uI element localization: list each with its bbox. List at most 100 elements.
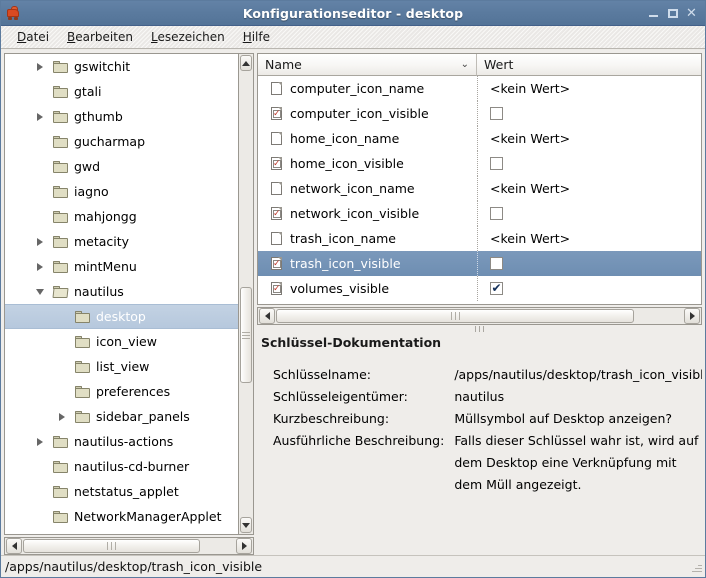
tree-item-networkmanagerapplet[interactable]: NetworkManagerApplet bbox=[5, 504, 238, 529]
documentation-field-label: Schlüsselname: bbox=[273, 367, 371, 382]
tree-item-label: netstatus_applet bbox=[74, 483, 179, 499]
table-row[interactable]: computer_icon_name <kein Wert> bbox=[258, 76, 701, 101]
application-window: Konfigurationseditor - desktop ✕ Datei B… bbox=[0, 0, 706, 578]
tree-horizontal-scrollbar[interactable] bbox=[4, 537, 254, 555]
table-row[interactable]: home_icon_name <kein Wert> bbox=[258, 126, 701, 151]
table-row[interactable]: ✓ network_icon_visible bbox=[258, 201, 701, 226]
tree-item-label: NetworkManagerApplet bbox=[74, 508, 222, 524]
expander-closed-icon[interactable] bbox=[33, 435, 47, 449]
expander-closed-icon[interactable] bbox=[33, 60, 47, 74]
maximize-button[interactable] bbox=[664, 6, 681, 21]
tree-item-nautilus[interactable]: nautilus bbox=[5, 279, 238, 304]
checkbox-unchecked[interactable] bbox=[490, 257, 503, 270]
table-row[interactable]: ✓ home_icon_visible bbox=[258, 151, 701, 176]
cell-key-value bbox=[477, 151, 701, 176]
expander-closed-icon[interactable] bbox=[33, 260, 47, 274]
folder-icon bbox=[75, 310, 91, 324]
folder-icon bbox=[53, 460, 69, 474]
tree-vertical-scrollbar[interactable] bbox=[238, 53, 254, 535]
folder-icon bbox=[53, 160, 69, 174]
tree-item-iagno[interactable]: iagno bbox=[5, 179, 238, 204]
checkbox-unchecked[interactable] bbox=[490, 207, 503, 220]
key-value-label: <kein Wert> bbox=[490, 131, 571, 146]
tree-item-gswitchit[interactable]: gswitchit bbox=[5, 54, 238, 79]
status-bar: /apps/nautilus/desktop/trash_icon_visibl… bbox=[1, 555, 705, 577]
tree-item-notification-d[interactable]: notification-d bbox=[5, 529, 238, 536]
expander-empty bbox=[33, 85, 47, 99]
tree-item-nautilus-actions[interactable]: nautilus-actions bbox=[5, 429, 238, 454]
list-column-headers: Name ⌄ Wert bbox=[258, 54, 701, 76]
cell-key-value bbox=[477, 201, 701, 226]
list-scroll-right-button[interactable] bbox=[684, 308, 700, 324]
menu-lesezeichen[interactable]: Lesezeichen bbox=[142, 28, 234, 46]
folder-icon bbox=[53, 435, 69, 449]
right-pane: Name ⌄ Wert computer_icon_name <kein Wert… bbox=[254, 53, 702, 555]
tree-vscroll-track[interactable] bbox=[239, 72, 253, 516]
tree-item-gtali[interactable]: gtali bbox=[5, 79, 238, 104]
pane-splitter-handle[interactable] bbox=[257, 325, 702, 333]
tree-hscroll-thumb[interactable] bbox=[23, 539, 200, 553]
cell-key-name: ✓ computer_icon_visible bbox=[258, 106, 477, 121]
scroll-right-button[interactable] bbox=[236, 538, 252, 554]
tree-item-list-view[interactable]: list_view bbox=[5, 354, 238, 379]
tree-item-sidebar-panels[interactable]: sidebar_panels bbox=[5, 404, 238, 429]
tree-item-mintmenu[interactable]: mintMenu bbox=[5, 254, 238, 279]
list-hscroll-track[interactable] bbox=[276, 308, 683, 324]
table-row[interactable]: trash_icon_name <kein Wert> bbox=[258, 226, 701, 251]
expander-empty bbox=[55, 385, 69, 399]
documentation-pane: Schlüssel-Dokumentation Schlüsselname: Sc… bbox=[257, 333, 702, 555]
tree-item-label: desktop bbox=[96, 308, 146, 324]
title-bar: Konfigurationseditor - desktop ✕ bbox=[1, 1, 705, 26]
expander-closed-icon[interactable] bbox=[33, 235, 47, 249]
tree-item-gthumb[interactable]: gthumb bbox=[5, 104, 238, 129]
table-row[interactable]: network_icon_name <kein Wert> bbox=[258, 176, 701, 201]
menu-bearbeiten[interactable]: Bearbeiten bbox=[58, 28, 142, 46]
tree-item-metacity[interactable]: metacity bbox=[5, 229, 238, 254]
checkbox-unchecked[interactable] bbox=[490, 157, 503, 170]
key-list[interactable]: computer_icon_name <kein Wert> ✓ computer_i… bbox=[258, 76, 701, 304]
settings-tree[interactable]: gswitchit gtali gthumb gucharmap gwd iagno mah… bbox=[4, 53, 238, 535]
tree-vscroll-thumb[interactable] bbox=[240, 287, 252, 383]
resize-grip-icon[interactable] bbox=[690, 561, 702, 573]
tree-item-gucharmap[interactable]: gucharmap bbox=[5, 129, 238, 154]
tree-item-desktop[interactable]: desktop bbox=[5, 304, 238, 329]
menu-hilfe[interactable]: Hilfe bbox=[234, 28, 279, 46]
tree-item-label: gthumb bbox=[74, 108, 123, 124]
expander-open-icon[interactable] bbox=[33, 285, 47, 299]
key-value-label: <kein Wert> bbox=[490, 181, 571, 196]
checkbox-checked[interactable] bbox=[490, 282, 503, 295]
tree-item-mahjongg[interactable]: mahjongg bbox=[5, 204, 238, 229]
expander-empty bbox=[55, 310, 69, 324]
table-row[interactable]: ✓ volumes_visible bbox=[258, 276, 701, 301]
close-button[interactable]: ✕ bbox=[683, 6, 700, 21]
checkbox-unchecked[interactable] bbox=[490, 107, 503, 120]
expander-empty bbox=[33, 535, 47, 536]
list-scroll-left-button[interactable] bbox=[259, 308, 275, 324]
scroll-up-button[interactable] bbox=[240, 55, 252, 71]
scroll-left-button[interactable] bbox=[6, 538, 22, 554]
folder-icon bbox=[75, 385, 91, 399]
tree-item-gwd[interactable]: gwd bbox=[5, 154, 238, 179]
column-header-name-label: Name bbox=[265, 57, 302, 72]
menu-datei[interactable]: Datei bbox=[8, 28, 58, 46]
tree-item-nautilus-cd-burner[interactable]: nautilus-cd-burner bbox=[5, 454, 238, 479]
column-header-value[interactable]: Wert bbox=[477, 54, 701, 76]
expander-closed-icon[interactable] bbox=[33, 110, 47, 124]
list-hscroll-thumb[interactable] bbox=[276, 309, 634, 323]
table-row[interactable]: ✓ trash_icon_visible bbox=[258, 251, 701, 276]
tree-item-netstatus-applet[interactable]: netstatus_applet bbox=[5, 479, 238, 504]
list-horizontal-scrollbar[interactable] bbox=[257, 307, 702, 325]
text-file-icon bbox=[270, 231, 283, 246]
column-header-name[interactable]: Name ⌄ bbox=[258, 54, 477, 76]
minimize-button[interactable] bbox=[645, 6, 662, 21]
key-name-label: volumes_visible bbox=[290, 281, 390, 296]
documentation-field-label: Ausführliche Beschreibung: bbox=[273, 433, 445, 448]
cell-key-value: <kein Wert> bbox=[477, 176, 701, 201]
folder-icon bbox=[53, 60, 69, 74]
expander-closed-icon[interactable] bbox=[55, 410, 69, 424]
tree-item-icon-view[interactable]: icon_view bbox=[5, 329, 238, 354]
tree-hscroll-track[interactable] bbox=[23, 538, 235, 554]
scroll-down-button[interactable] bbox=[240, 517, 252, 533]
tree-item-preferences[interactable]: preferences bbox=[5, 379, 238, 404]
table-row[interactable]: ✓ computer_icon_visible bbox=[258, 101, 701, 126]
